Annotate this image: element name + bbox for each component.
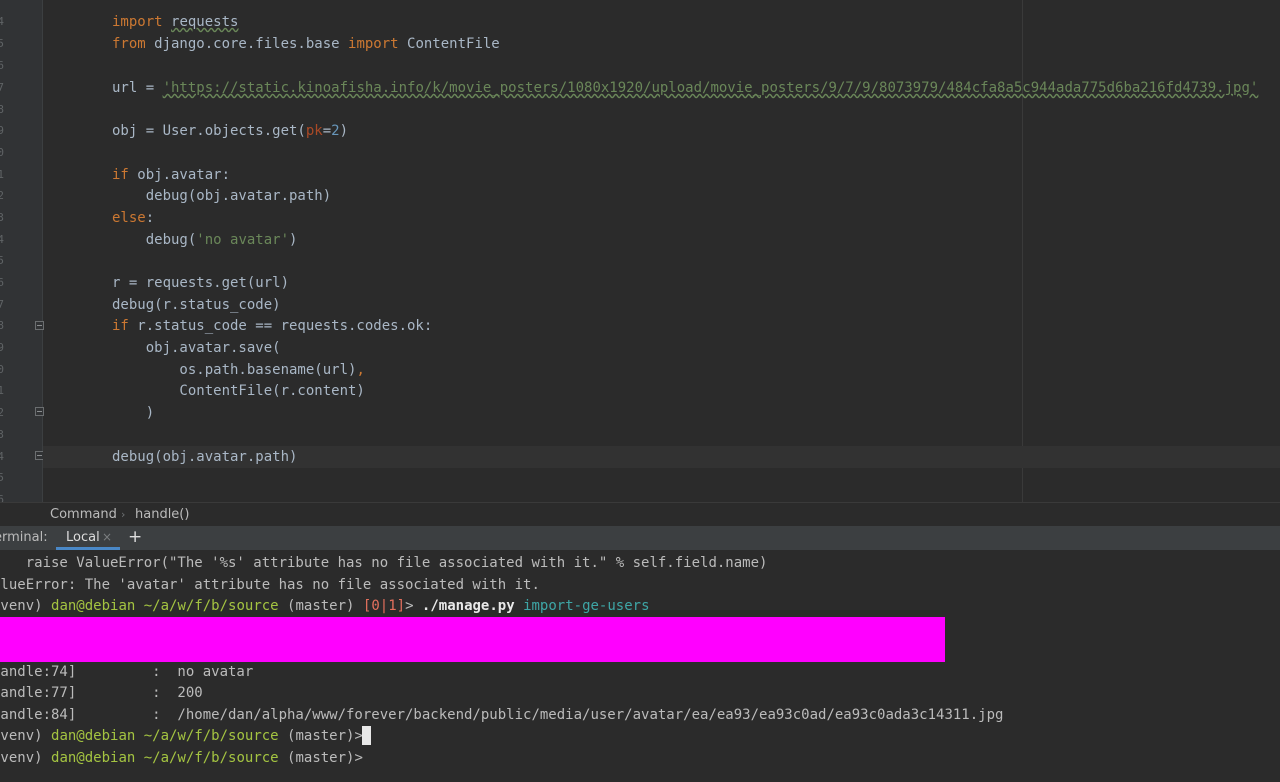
code-line: if r.status_code == requests.codes.ok: bbox=[112, 318, 433, 334]
line-number: 5 bbox=[0, 471, 4, 484]
terminal-prompt-line: .venv) dan@debian ~/a/w/f/b/source (mast… bbox=[0, 750, 363, 766]
code-line: os.path.basename(url), bbox=[112, 362, 365, 378]
line-number: 3 bbox=[0, 211, 4, 224]
breadcrumb-item-handle[interactable]: handle() bbox=[135, 507, 189, 522]
code-line: url = 'https://static.kinoafisha.info/k/… bbox=[112, 80, 1259, 96]
code-line: debug(obj.avatar.path) bbox=[112, 449, 298, 465]
line-number: 8 bbox=[0, 319, 4, 332]
line-number: 6 bbox=[0, 276, 4, 289]
line-number: 6 bbox=[0, 59, 4, 72]
line-number: 0 bbox=[0, 363, 4, 376]
line-number: 1 bbox=[0, 384, 4, 397]
terminal-line: alueError: The 'avatar' attribute has no… bbox=[0, 577, 540, 593]
line-number: 2 bbox=[0, 406, 4, 419]
terminal-line: handle:74] : no avatar bbox=[0, 664, 254, 680]
line-number: 7 bbox=[0, 81, 4, 94]
code-line: r = requests.get(url) bbox=[112, 275, 290, 291]
code-line: import requests bbox=[112, 14, 239, 30]
terminal-label: erminal: bbox=[0, 530, 48, 545]
close-icon[interactable]: × bbox=[102, 530, 112, 544]
line-number: 9 bbox=[0, 341, 4, 354]
terminal-line: handle:84] : /home/dan/alpha/www/forever… bbox=[0, 707, 1004, 723]
code-line: debug(obj.avatar.path) bbox=[112, 188, 332, 204]
code-line: if obj.avatar: bbox=[112, 167, 231, 183]
tab-local-label: Local bbox=[66, 530, 100, 545]
terminal-prompt-line: .venv) dan@debian ~/a/w/f/b/source (mast… bbox=[0, 728, 363, 744]
code-line: debug(r.status_code) bbox=[112, 297, 281, 313]
line-number: 8 bbox=[0, 103, 4, 116]
line-number: 2 bbox=[0, 189, 4, 202]
tab-local[interactable]: Local × bbox=[56, 526, 120, 550]
code-line: obj.avatar.save( bbox=[112, 340, 281, 356]
code-line: ) bbox=[112, 405, 155, 421]
fold-toggle-icon[interactable] bbox=[35, 321, 44, 330]
code-line: obj = User.objects.get(pk=2) bbox=[112, 123, 349, 139]
ide-window: 4 5 6 7 8 9 0 1 2 3 4 5 6 7 8 9 0 1 2 3 … bbox=[0, 0, 1280, 782]
terminal-tab-bar: erminal: Local × + bbox=[0, 526, 1280, 550]
line-number: 4 bbox=[0, 233, 4, 246]
code-line: else: bbox=[112, 210, 155, 226]
redacted-region bbox=[0, 617, 945, 662]
terminal-cursor bbox=[362, 726, 371, 745]
terminal-line: raise ValueError("The '%s' attribute has… bbox=[0, 555, 768, 571]
line-number: 5 bbox=[0, 37, 4, 50]
line-number-gutter: 4 5 6 7 8 9 0 1 2 3 4 5 6 7 8 9 0 1 2 3 … bbox=[0, 0, 43, 502]
line-number: 5 bbox=[0, 254, 4, 267]
line-number: 4 bbox=[0, 15, 4, 28]
line-number: 1 bbox=[0, 168, 4, 181]
chevron-right-icon: › bbox=[121, 508, 126, 521]
terminal-output[interactable]: raise ValueError("The '%s' attribute has… bbox=[0, 550, 1280, 782]
add-tab-icon[interactable]: + bbox=[128, 527, 142, 547]
line-number: 0 bbox=[0, 146, 4, 159]
breadcrumb-item-command[interactable]: Command bbox=[50, 507, 117, 522]
code-line: ContentFile(r.content) bbox=[112, 383, 365, 399]
terminal-prompt-line: .venv) dan@debian ~/a/w/f/b/source (mast… bbox=[0, 598, 650, 614]
code-line: debug('no avatar') bbox=[112, 232, 298, 248]
line-number: 3 bbox=[0, 428, 4, 441]
code-line: from django.core.files.base import Conte… bbox=[112, 36, 500, 52]
line-number: 4 bbox=[0, 450, 4, 463]
fold-toggle-icon[interactable] bbox=[35, 407, 44, 416]
right-margin-guide bbox=[1022, 0, 1023, 502]
terminal-line: handle:77] : 200 bbox=[0, 685, 203, 701]
line-number: 9 bbox=[0, 124, 4, 137]
line-number: 7 bbox=[0, 298, 4, 311]
breadcrumb: Command › handle() bbox=[0, 502, 1280, 527]
line-number: 6 bbox=[0, 493, 4, 502]
code-editor[interactable]: 4 5 6 7 8 9 0 1 2 3 4 5 6 7 8 9 0 1 2 3 … bbox=[0, 0, 1280, 502]
